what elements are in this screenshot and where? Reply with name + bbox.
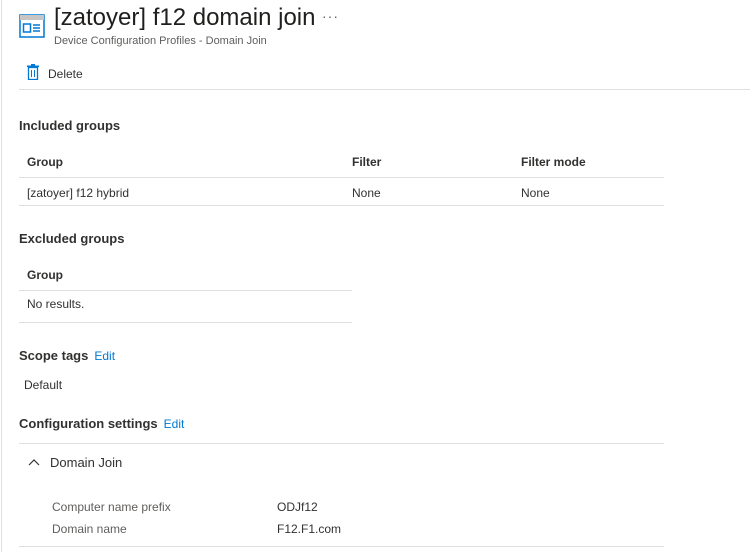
configuration-settings-edit-link[interactable]: Edit xyxy=(164,417,185,431)
group-name: [zatoyer] f12 hybrid xyxy=(27,186,130,200)
toolbar-divider xyxy=(19,89,750,90)
included-groups-heading: Included groups xyxy=(19,118,121,133)
scope-tags-title: Scope tags xyxy=(19,348,89,363)
breadcrumb-subtitle: Device Configuration Profiles - Domain J… xyxy=(54,35,267,47)
col-group: Group xyxy=(27,268,63,282)
chevron-up-icon xyxy=(28,453,40,471)
setting-label: Domain name xyxy=(52,522,127,536)
col-group: Group xyxy=(27,155,63,169)
divider xyxy=(19,290,352,291)
filter-value: None xyxy=(352,186,381,200)
excluded-groups-heading: Excluded groups xyxy=(19,231,125,246)
col-filter-mode: Filter mode xyxy=(521,155,586,169)
section-title: Domain Join xyxy=(50,454,123,470)
domain-join-section-toggle[interactable]: Domain Join xyxy=(28,453,122,471)
scope-tags-heading: Scope tags Edit xyxy=(19,348,115,363)
filter-mode-value: None xyxy=(521,186,550,200)
setting-value: F12.F1.com xyxy=(277,522,342,536)
scope-tag-value: Default xyxy=(24,378,63,392)
divider xyxy=(19,443,664,444)
more-options-button[interactable]: ··· xyxy=(322,8,339,24)
trash-icon xyxy=(26,64,40,83)
setting-value: ODJf12 xyxy=(277,500,318,514)
left-border xyxy=(1,0,2,552)
scope-tags-edit-link[interactable]: Edit xyxy=(94,349,115,363)
page-title: [zatoyer] f12 domain join xyxy=(54,4,316,31)
divider xyxy=(19,546,664,547)
configuration-settings-heading: Configuration settings Edit xyxy=(19,416,184,431)
divider xyxy=(19,322,352,323)
delete-button[interactable]: Delete xyxy=(26,64,83,83)
profile-window-icon xyxy=(19,14,45,43)
divider xyxy=(19,177,664,178)
empty-results: No results. xyxy=(27,297,85,311)
divider xyxy=(19,205,664,206)
setting-label: Computer name prefix xyxy=(52,500,171,514)
configuration-settings-title: Configuration settings xyxy=(19,416,158,431)
col-filter: Filter xyxy=(352,155,382,169)
delete-label: Delete xyxy=(48,66,83,81)
